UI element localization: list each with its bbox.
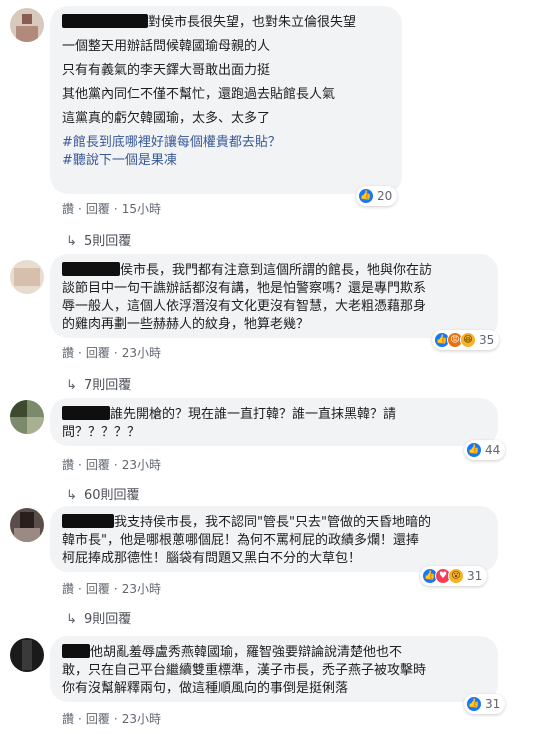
- avatar[interactable]: [10, 638, 44, 672]
- redacted-name[interactable]: [62, 262, 120, 276]
- comment-bubble: 侯市長，我門都有注意到這個所謂的館長，牠與你在訪 談節目中一句干譙辦話都沒有講，…: [50, 254, 498, 338]
- avatar[interactable]: [10, 400, 44, 434]
- reaction-summary[interactable]: 👍 ♥ 😮 31: [420, 566, 488, 586]
- timestamp[interactable]: 23小時: [122, 712, 161, 726]
- hashtag-link[interactable]: #館長到底哪裡好讓每個權貴都去貼？: [62, 134, 390, 152]
- reply-button[interactable]: 回覆: [86, 582, 110, 596]
- timestamp[interactable]: 23小時: [122, 458, 161, 472]
- reaction-count: 35: [479, 333, 495, 347]
- reply-button[interactable]: 回覆: [86, 346, 110, 360]
- like-reaction-icon: 👍: [358, 188, 374, 204]
- avatar[interactable]: [10, 260, 44, 294]
- comment-actions: 讚 · 回覆 · 23小時: [62, 712, 161, 726]
- comment-text-line: 的雞肉再劃一些赫赫人的紋身，牠算老幾？: [62, 317, 310, 332]
- comment-text-line: 問？？？？？: [62, 425, 141, 440]
- reaction-summary[interactable]: 👍 20: [356, 186, 398, 206]
- comment-actions: 讚 · 回覆 · 23小時: [62, 458, 161, 472]
- reply-arrow-icon: ↳: [66, 488, 77, 503]
- like-button[interactable]: 讚: [62, 202, 74, 216]
- comment-text-line: 侯市長，我門都有注意到這個所謂的館長，牠與你在訪: [120, 263, 433, 278]
- redacted-name[interactable]: [62, 644, 90, 658]
- avatar[interactable]: [10, 8, 44, 42]
- redacted-name[interactable]: [62, 514, 114, 528]
- redacted-name[interactable]: [62, 14, 148, 28]
- timestamp[interactable]: 23小時: [122, 346, 161, 360]
- comment-text-line: 這黨真的虧欠韓國瑜，太多、太多了: [62, 111, 271, 126]
- comment-bubble: 對侯市長很失望，也對朱立倫很失望 一個整天用辦話問候韓國瑜母親的人 只有有義氣的…: [50, 6, 402, 194]
- like-button[interactable]: 讚: [62, 458, 74, 472]
- view-replies-link[interactable]: ↳ 9則回覆: [66, 608, 131, 627]
- like-reaction-icon: 👍: [466, 442, 482, 458]
- like-reaction-icon: 👍: [466, 696, 482, 712]
- like-button[interactable]: 讚: [62, 346, 74, 360]
- comment-text-line: 他胡亂羞辱盧秀燕韓國瑜，羅智強要辯論說清楚他也不: [90, 645, 403, 660]
- reply-arrow-icon: ↳: [66, 234, 77, 249]
- comment-text-line: 柯屁捧成那德性！腦袋有問題又黑白不分的大草包！: [62, 551, 362, 566]
- comment-actions: 讚 · 回覆 · 23小時: [62, 346, 161, 360]
- comment-text-line: 誰先開槍的？現在誰一直打韓？誰一直抹黑韓？請: [110, 407, 397, 422]
- redacted-name[interactable]: [62, 406, 110, 420]
- like-button[interactable]: 讚: [62, 712, 74, 726]
- comment-actions: 讚 · 回覆 · 23小時: [62, 582, 161, 596]
- reaction-count: 44: [485, 443, 501, 457]
- view-replies-link[interactable]: ↳ 5則回覆: [66, 230, 131, 249]
- reaction-summary[interactable]: 👍 31: [464, 694, 506, 714]
- timestamp[interactable]: 15小時: [122, 202, 161, 216]
- reply-arrow-icon: ↳: [66, 378, 77, 393]
- comment-text-line: 一個整天用辦話問候韓國瑜母親的人: [62, 39, 271, 54]
- comment-text-line: 辱一般人，這個人依浮潛沒有文化更沒有智慧，大老粗憑藉那身: [62, 299, 427, 314]
- reply-arrow-icon: ↳: [66, 612, 77, 627]
- view-replies-link[interactable]: ↳ 7則回覆: [66, 374, 131, 393]
- comment-text-line: 我支持侯市長，我不認同"管長"只去"管做的天昏地暗的: [114, 515, 431, 530]
- comment-bubble: 他胡亂羞辱盧秀燕韓國瑜，羅智強要辯論說清楚他也不 敢，只在自己平台繼續雙重標準，…: [50, 636, 498, 702]
- timestamp[interactable]: 23小時: [122, 582, 161, 596]
- view-replies-link[interactable]: ↳ 60則回覆: [66, 484, 140, 503]
- comment-bubble: 誰先開槍的？現在誰一直打韓？誰一直抹黑韓？請 問？？？？？: [50, 398, 498, 446]
- reaction-summary[interactable]: 👍 😡 😆 35: [432, 330, 500, 350]
- comment-bubble: 我支持侯市長，我不認同"管長"只去"管做的天昏地暗的 韓市長"，他是哪根蔥哪個屁…: [50, 506, 498, 572]
- reaction-count: 20: [377, 189, 393, 203]
- comment-text-line: 談節目中一句干譙辦話都沒有講，牠是怕警察嗎？還是專門欺系: [62, 281, 427, 296]
- reply-button[interactable]: 回覆: [86, 458, 110, 472]
- comment-text-line: 只有有義氣的李天鐸大哥敢出面力挺: [62, 63, 271, 78]
- comment-text-line: 其他黨內同仁不僅不幫忙，還跑過去貼館長人氣: [62, 87, 336, 102]
- comment-text-line: 韓市長"，他是哪根蔥哪個屁！為何不罵柯屁的政績多爛！還捧: [62, 533, 419, 548]
- reaction-count: 31: [485, 697, 501, 711]
- comment-text-line: 敢，只在自己平台繼續雙重標準，漢子市長，禿子燕子被攻擊時: [62, 663, 427, 678]
- reply-button[interactable]: 回覆: [86, 712, 110, 726]
- haha-reaction-icon: 😆: [460, 332, 476, 348]
- reaction-summary[interactable]: 👍 44: [464, 440, 506, 460]
- reaction-count: 31: [467, 569, 483, 583]
- like-button[interactable]: 讚: [62, 582, 74, 596]
- avatar[interactable]: [10, 508, 44, 542]
- reply-button[interactable]: 回覆: [86, 202, 110, 216]
- comment-actions: 讚 · 回覆 · 15小時: [62, 202, 161, 216]
- comment-text-line: 對侯市長很失望，也對朱立倫很失望: [148, 15, 357, 30]
- comment-text-line: 你有沒幫解釋兩句，做這種順風向的事倒是挺俐落: [62, 681, 349, 696]
- wow-reaction-icon: 😮: [448, 568, 464, 584]
- hashtag-link[interactable]: #聽說下一個是果凍: [62, 152, 390, 170]
